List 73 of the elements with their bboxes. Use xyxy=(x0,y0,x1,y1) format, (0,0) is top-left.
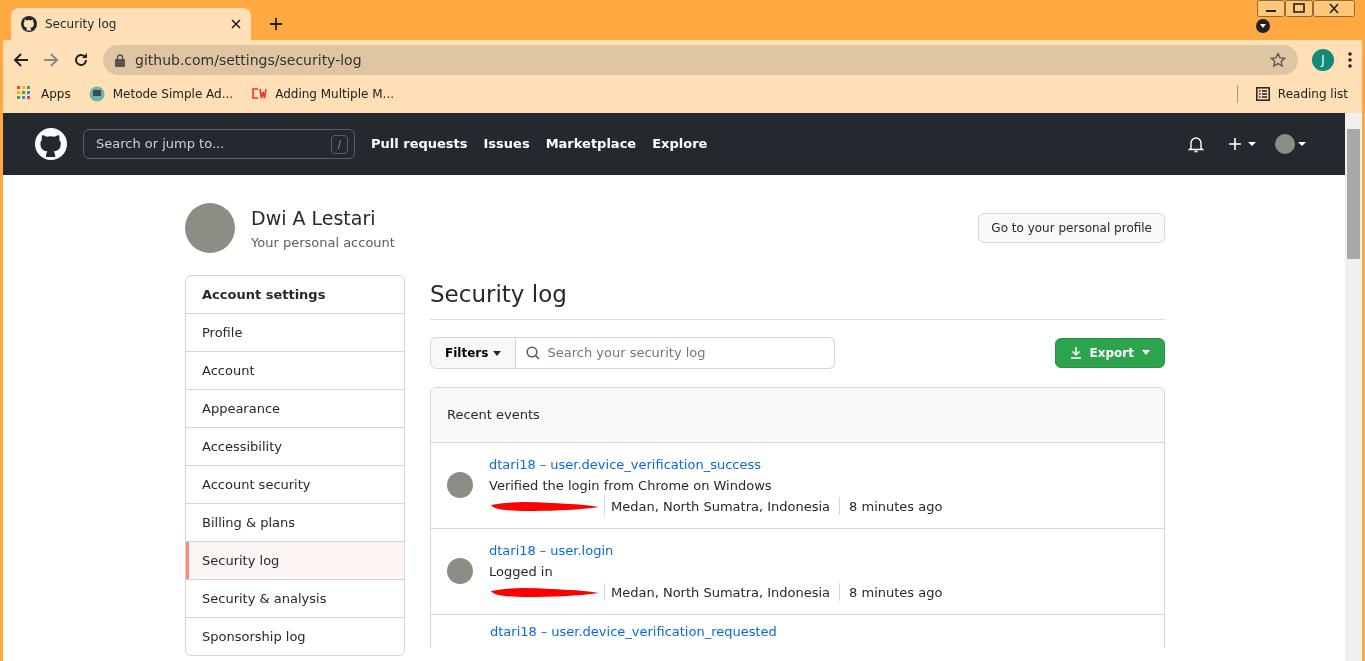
scrollbar[interactable] xyxy=(1345,113,1362,661)
event-description: Verified the login from Chrome on Windows xyxy=(489,476,773,495)
panel-heading: Recent events xyxy=(447,405,540,424)
search-field[interactable]: Search or jump to... / xyxy=(83,129,355,159)
nav-link[interactable]: Pull requests xyxy=(371,134,468,154)
new-tab-icon[interactable] xyxy=(269,17,283,31)
account-subtitle: Your personal account xyxy=(251,233,395,252)
sidebar-item[interactable]: Appearance xyxy=(186,389,404,427)
letters-favicon-icon xyxy=(251,86,268,102)
sidebar-item[interactable]: Account security xyxy=(186,465,404,503)
plus-dropdown-icon[interactable] xyxy=(1228,137,1258,151)
profile-avatar[interactable]: J xyxy=(1312,49,1334,71)
minimize-icon[interactable] xyxy=(1257,0,1285,17)
address-bar[interactable]: github.com/settings/security-log xyxy=(103,45,1298,75)
event-location: Medan, North Sumatra, Indonesia xyxy=(611,583,831,602)
event-action-link[interactable]: user.device_verification_success xyxy=(550,456,762,472)
avatar-photo-placeholder xyxy=(447,558,473,585)
avatar-dropdown-icon[interactable] xyxy=(1274,133,1308,155)
sidebar-heading: Account settings xyxy=(201,286,327,304)
separator-text: – xyxy=(540,623,548,639)
event-description: Logged in xyxy=(489,562,554,581)
list-icon xyxy=(1255,87,1270,101)
separator-text: – xyxy=(539,542,547,558)
event-action-link[interactable]: user.device_verification_requested xyxy=(551,623,777,639)
page-title: Security log xyxy=(430,281,1165,320)
close-window-icon[interactable] xyxy=(1313,0,1355,17)
restore-icon[interactable] xyxy=(1285,0,1313,17)
search-field[interactable]: Search your security log xyxy=(515,336,835,369)
nav-link[interactable]: Explore xyxy=(652,134,708,154)
event-location: Medan, North Sumatra, Indonesia xyxy=(611,497,831,516)
sidebar-item[interactable]: Profile xyxy=(186,313,404,351)
caret-icon xyxy=(492,350,501,356)
sidebar-item[interactable]: Sponsorship log xyxy=(186,617,404,655)
nav-link[interactable]: Issues xyxy=(483,134,530,154)
apps-grid-icon xyxy=(17,86,33,102)
reload-icon[interactable] xyxy=(73,52,89,68)
forward-arrow-icon[interactable] xyxy=(43,52,59,68)
sidebar-item[interactable]: Security & analysis xyxy=(186,579,404,617)
nav-link[interactable]: Marketplace xyxy=(545,134,637,154)
dropdown-icon[interactable] xyxy=(1256,19,1270,33)
bell-icon[interactable] xyxy=(1188,135,1204,153)
reading-list-button[interactable]: Reading list xyxy=(1255,85,1348,103)
avatar-photo-placeholder xyxy=(447,472,473,499)
separator-text: – xyxy=(539,456,547,472)
star-icon[interactable] xyxy=(1270,52,1286,68)
filters-dropdown-button[interactable]: Filters xyxy=(430,336,516,369)
download-icon xyxy=(1069,346,1082,360)
browser-tab[interactable]: Security log xyxy=(11,8,251,40)
caret-icon xyxy=(1142,350,1150,356)
sidebar-item[interactable]: Security log xyxy=(186,541,404,579)
github-logo-icon[interactable] xyxy=(35,128,67,160)
user-link[interactable]: dtari18 xyxy=(489,456,536,472)
profile-button[interactable]: Go to your personal profile xyxy=(978,213,1165,243)
bookmark-link[interactable]: Metode Simple Ad... xyxy=(88,85,234,103)
event-time: 8 minutes ago xyxy=(849,497,943,516)
github-logo-icon xyxy=(21,16,37,32)
event-time: 8 minutes ago xyxy=(849,583,943,602)
keyboard-shortcut-key: / xyxy=(330,134,348,154)
close-icon[interactable] xyxy=(231,19,241,29)
lock-icon xyxy=(115,53,125,67)
user-link[interactable]: dtari18 xyxy=(489,542,536,558)
bookmark-link[interactable]: Adding Multiple M... xyxy=(251,85,395,103)
event-action-link[interactable]: user.login xyxy=(550,542,614,558)
bookmark-link[interactable]: Apps xyxy=(17,85,71,103)
back-arrow-icon[interactable] xyxy=(13,52,29,68)
avatar-photo-placeholder xyxy=(185,203,235,253)
account-name: Dwi A Lestari xyxy=(251,206,377,231)
sidebar-item[interactable]: Accessibility xyxy=(186,427,404,465)
search-icon xyxy=(525,345,540,360)
sidebar-item[interactable]: Account xyxy=(186,351,404,389)
user-link[interactable]: dtari18 xyxy=(490,623,537,639)
more-menu-icon[interactable] xyxy=(1348,52,1352,68)
monitor-favicon-icon xyxy=(88,86,105,102)
